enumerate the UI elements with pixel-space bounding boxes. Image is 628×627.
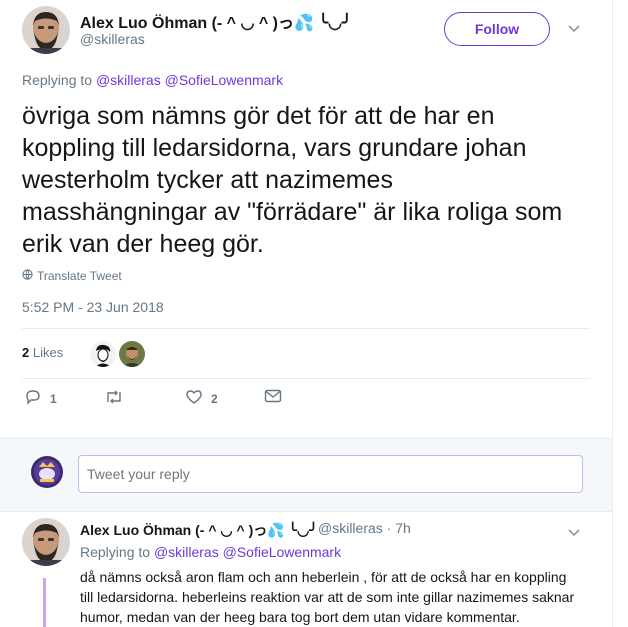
tweet-text: övriga som nämns gör det för att de har … (22, 102, 563, 258)
reply-replying-to: Replying to @skilleras @SofieLowenmark (80, 544, 341, 560)
divider (22, 328, 590, 329)
divider (22, 378, 590, 379)
replying-link-1[interactable]: @skilleras (96, 72, 161, 88)
retweet-action[interactable] (104, 389, 132, 408)
tweet-timestamp[interactable]: 5:52 PM - 23 Jun 2018 (22, 299, 164, 315)
translate-label: Translate Tweet (37, 269, 122, 283)
author-name[interactable]: Alex Luo Öhman (- ^ ◡ ^ )っ💦 ╰◡╯ (80, 9, 352, 33)
reply-replying-link-1[interactable]: @skilleras (154, 544, 219, 560)
replying-to: Replying to @skilleras @SofieLowenmark (22, 72, 283, 88)
chevron-down-icon[interactable] (568, 20, 580, 36)
thread-line (43, 578, 46, 627)
globe-icon (22, 269, 33, 283)
direct-message-action[interactable] (264, 389, 282, 406)
author-handle[interactable]: @skilleras (80, 31, 145, 47)
reply-author-handle[interactable]: @skilleras (318, 520, 383, 536)
like-count: 2 (211, 391, 218, 406)
reply-icon (24, 389, 42, 408)
replying-link-2[interactable]: @SofieLowenmark (165, 72, 284, 88)
reply-separator: · (386, 520, 392, 536)
reply-tweet-text: då nämns också aron flam och ann heberle… (80, 569, 575, 625)
adjacent-column-edge (612, 0, 628, 627)
liker-avatar-1[interactable] (90, 341, 116, 367)
reply-input[interactable] (78, 455, 583, 493)
follow-button[interactable]: Follow (444, 12, 550, 46)
retweet-icon (104, 389, 124, 408)
reply-count: 1 (50, 391, 57, 406)
likes-number: 2 (22, 345, 30, 360)
like-action[interactable]: 2 (185, 389, 218, 408)
reply-meta: @skilleras · 7h (318, 520, 411, 536)
liker-avatar-2[interactable] (119, 341, 145, 367)
author-avatar[interactable] (22, 6, 70, 54)
likes-label: Likes (32, 345, 64, 360)
current-user-avatar[interactable] (31, 456, 63, 488)
reply-replying-link-2[interactable]: @SofieLowenmark (223, 544, 342, 560)
reply-replying-prefix: Replying to (80, 544, 151, 560)
translate-tweet[interactable]: Translate Tweet (22, 269, 122, 283)
reply-author-avatar[interactable] (22, 518, 70, 566)
replying-prefix: Replying to (22, 72, 93, 88)
reply-author-name[interactable]: Alex Luo Öhman (- ^ ◡ ^ )っ💦 ╰◡╯ (80, 520, 318, 540)
reply-time[interactable]: 7h (395, 520, 411, 536)
chevron-down-icon[interactable] (568, 524, 580, 540)
heart-icon (185, 389, 203, 408)
envelope-icon (264, 389, 282, 406)
likes-count[interactable]: 2 Likes (22, 345, 63, 360)
reply-action[interactable]: 1 (24, 389, 57, 408)
